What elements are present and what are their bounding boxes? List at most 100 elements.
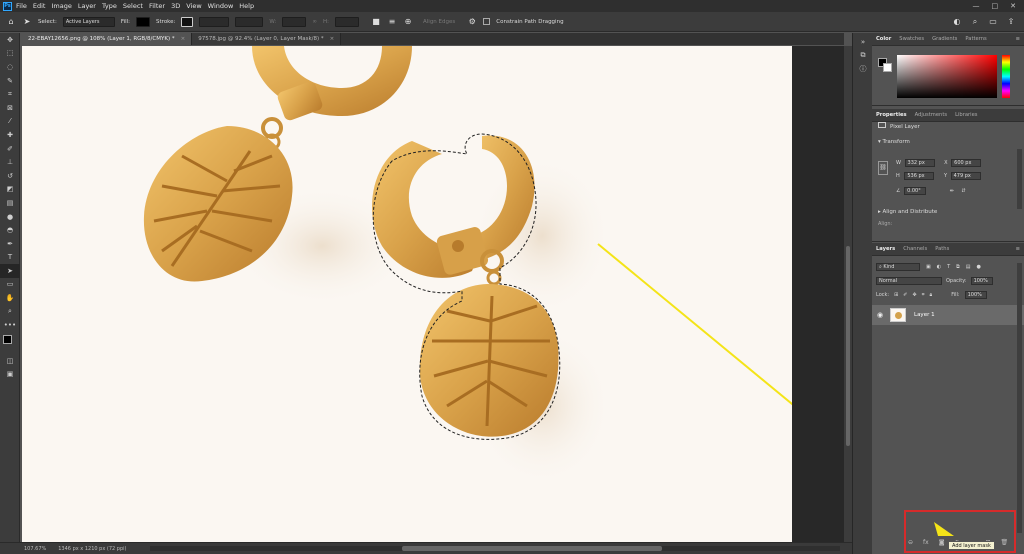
- layer-name[interactable]: Layer 1: [914, 312, 935, 318]
- tab-adjustments[interactable]: Adjustments: [915, 112, 948, 118]
- flip-vertical-icon[interactable]: ⇵: [961, 188, 965, 194]
- foreground-color-swatch[interactable]: [3, 335, 12, 345]
- collapse-panels-icon[interactable]: »: [853, 35, 873, 49]
- close-icon[interactable]: ×: [330, 36, 335, 42]
- lock-transparent-icon[interactable]: ⊞: [894, 292, 898, 298]
- menu-layer[interactable]: Layer: [78, 2, 96, 10]
- stroke-width-field[interactable]: [199, 16, 230, 27]
- width-field[interactable]: [282, 16, 307, 27]
- tab-swatches[interactable]: Swatches: [899, 36, 924, 42]
- transform-header[interactable]: ▾ Transform: [872, 137, 1024, 148]
- rectangle-tool-icon[interactable]: ▭: [0, 278, 20, 292]
- menu-filter[interactable]: Filter: [149, 2, 165, 10]
- type-tool-icon[interactable]: T: [0, 251, 20, 265]
- select-dropdown[interactable]: Active Layers: [62, 16, 115, 27]
- menu-view[interactable]: View: [186, 2, 201, 10]
- properties-scrollbar[interactable]: [1017, 149, 1022, 209]
- panel-menu-icon[interactable]: ≡: [1016, 36, 1020, 42]
- background-color-swatch[interactable]: [883, 63, 892, 72]
- stamp-tool-icon[interactable]: ⊥: [0, 155, 20, 169]
- gear-icon[interactable]: ⚙: [467, 17, 477, 27]
- crop-tool-icon[interactable]: ⌗: [0, 87, 20, 101]
- tab-libraries[interactable]: Libraries: [955, 112, 977, 118]
- quick-mask-icon[interactable]: ◫: [0, 354, 20, 368]
- height-field[interactable]: 536 px: [904, 172, 935, 180]
- path-alignment-icon[interactable]: ≡: [387, 17, 397, 27]
- workspace-icon[interactable]: ▭: [988, 17, 998, 27]
- x-field[interactable]: 600 px: [951, 159, 982, 167]
- path-select-tool-icon[interactable]: ➤: [22, 17, 32, 27]
- minimize-icon[interactable]: —: [973, 2, 980, 10]
- blur-tool-icon[interactable]: ●: [0, 210, 20, 224]
- eyedropper-tool-icon[interactable]: ⁄: [0, 115, 20, 129]
- brush-tool-icon[interactable]: ✐: [0, 142, 20, 156]
- zoom-level[interactable]: 107.67%: [24, 546, 46, 552]
- filter-smart-object-icon[interactable]: ▤: [966, 264, 971, 270]
- lock-artboard-icon[interactable]: ⌗: [922, 292, 925, 298]
- stroke-type-dropdown[interactable]: [235, 16, 264, 27]
- fill-field[interactable]: 100%: [964, 291, 987, 299]
- marquee-tool-icon[interactable]: ⬚: [0, 47, 20, 61]
- menu-select[interactable]: Select: [123, 2, 143, 10]
- gradient-tool-icon[interactable]: ▤: [0, 196, 20, 210]
- tab-document-2[interactable]: 97578.jpg @ 92.4% (Layer 0, Layer Mask/8…: [192, 33, 342, 45]
- filter-kind-dropdown[interactable]: ⌕ Kind: [876, 263, 920, 271]
- share-icon[interactable]: ⇪: [1006, 17, 1016, 27]
- tab-paths[interactable]: Paths: [935, 246, 949, 252]
- maximize-icon[interactable]: □: [992, 2, 999, 10]
- path-operations-icon[interactable]: ■: [371, 17, 381, 27]
- tab-properties[interactable]: Properties: [876, 112, 907, 118]
- stroke-swatch[interactable]: [181, 16, 194, 27]
- panel-menu-icon[interactable]: ≡: [1016, 246, 1020, 252]
- filter-adjustment-icon[interactable]: ◐: [937, 264, 941, 270]
- scrollbar-thumb[interactable]: [846, 246, 850, 446]
- dodge-tool-icon[interactable]: ◓: [0, 223, 20, 237]
- close-icon[interactable]: ×: [181, 36, 186, 42]
- tab-patterns[interactable]: Patterns: [965, 36, 986, 42]
- spot-heal-tool-icon[interactable]: ✚: [0, 128, 20, 142]
- tab-document-1[interactable]: 22-EBAY12656.png @ 108% (Layer 1, RGB/8/…: [22, 33, 193, 45]
- lock-all-icon[interactable]: 🔒︎: [930, 292, 933, 298]
- opacity-field[interactable]: 100%: [970, 277, 993, 285]
- history-brush-tool-icon[interactable]: ↺: [0, 169, 20, 183]
- lock-paint-icon[interactable]: ✐: [903, 292, 907, 298]
- quick-select-tool-icon[interactable]: ✎: [0, 74, 20, 88]
- search-icon[interactable]: ⌕: [970, 17, 980, 27]
- layer-row[interactable]: ◉ Layer 1: [872, 305, 1024, 325]
- horizontal-scrollbar[interactable]: [150, 546, 840, 551]
- more-tools-icon[interactable]: •••: [0, 318, 20, 332]
- align-distribute-header[interactable]: ▸ Align and Distribute: [872, 207, 937, 218]
- filter-shape-icon[interactable]: ⧉: [956, 264, 960, 270]
- menu-window[interactable]: Window: [208, 2, 234, 10]
- move-tool-icon[interactable]: ✥: [0, 33, 20, 47]
- tab-color[interactable]: Color: [876, 36, 891, 42]
- menu-file[interactable]: File: [16, 2, 27, 10]
- color-field[interactable]: [897, 55, 997, 98]
- y-field[interactable]: 479 px: [950, 172, 981, 180]
- menu-type[interactable]: Type: [102, 2, 117, 10]
- info-icon[interactable]: ⓘ: [853, 62, 873, 76]
- frame-tool-icon[interactable]: ⊠: [0, 101, 20, 115]
- flip-horizontal-icon[interactable]: ⇹: [950, 188, 954, 194]
- angle-field[interactable]: 0.00°: [904, 187, 927, 195]
- history-icon[interactable]: ⧉: [853, 49, 873, 63]
- close-icon[interactable]: ✕: [1010, 2, 1016, 10]
- tab-channels[interactable]: Channels: [903, 246, 927, 252]
- filter-type-icon[interactable]: T: [947, 264, 950, 270]
- height-field[interactable]: [335, 16, 359, 27]
- tab-gradients[interactable]: Gradients: [932, 36, 957, 42]
- pen-tool-icon[interactable]: ✒: [0, 237, 20, 251]
- filter-toggle-icon[interactable]: ●: [976, 264, 980, 270]
- document-canvas[interactable]: [22, 46, 792, 542]
- constrain-checkbox[interactable]: [483, 18, 491, 25]
- hand-tool-icon[interactable]: ✋: [0, 291, 20, 305]
- home-icon[interactable]: ⌂: [6, 17, 16, 27]
- blend-mode-dropdown[interactable]: Normal: [876, 277, 942, 285]
- width-field[interactable]: 332 px: [904, 159, 935, 167]
- vertical-scrollbar[interactable]: [844, 46, 852, 542]
- eraser-tool-icon[interactable]: ◩: [0, 183, 20, 197]
- fill-swatch[interactable]: [136, 16, 151, 27]
- lock-position-icon[interactable]: ✥: [913, 292, 917, 298]
- menu-help[interactable]: Help: [239, 2, 254, 10]
- link-dimensions-icon[interactable]: ⛓: [878, 161, 888, 175]
